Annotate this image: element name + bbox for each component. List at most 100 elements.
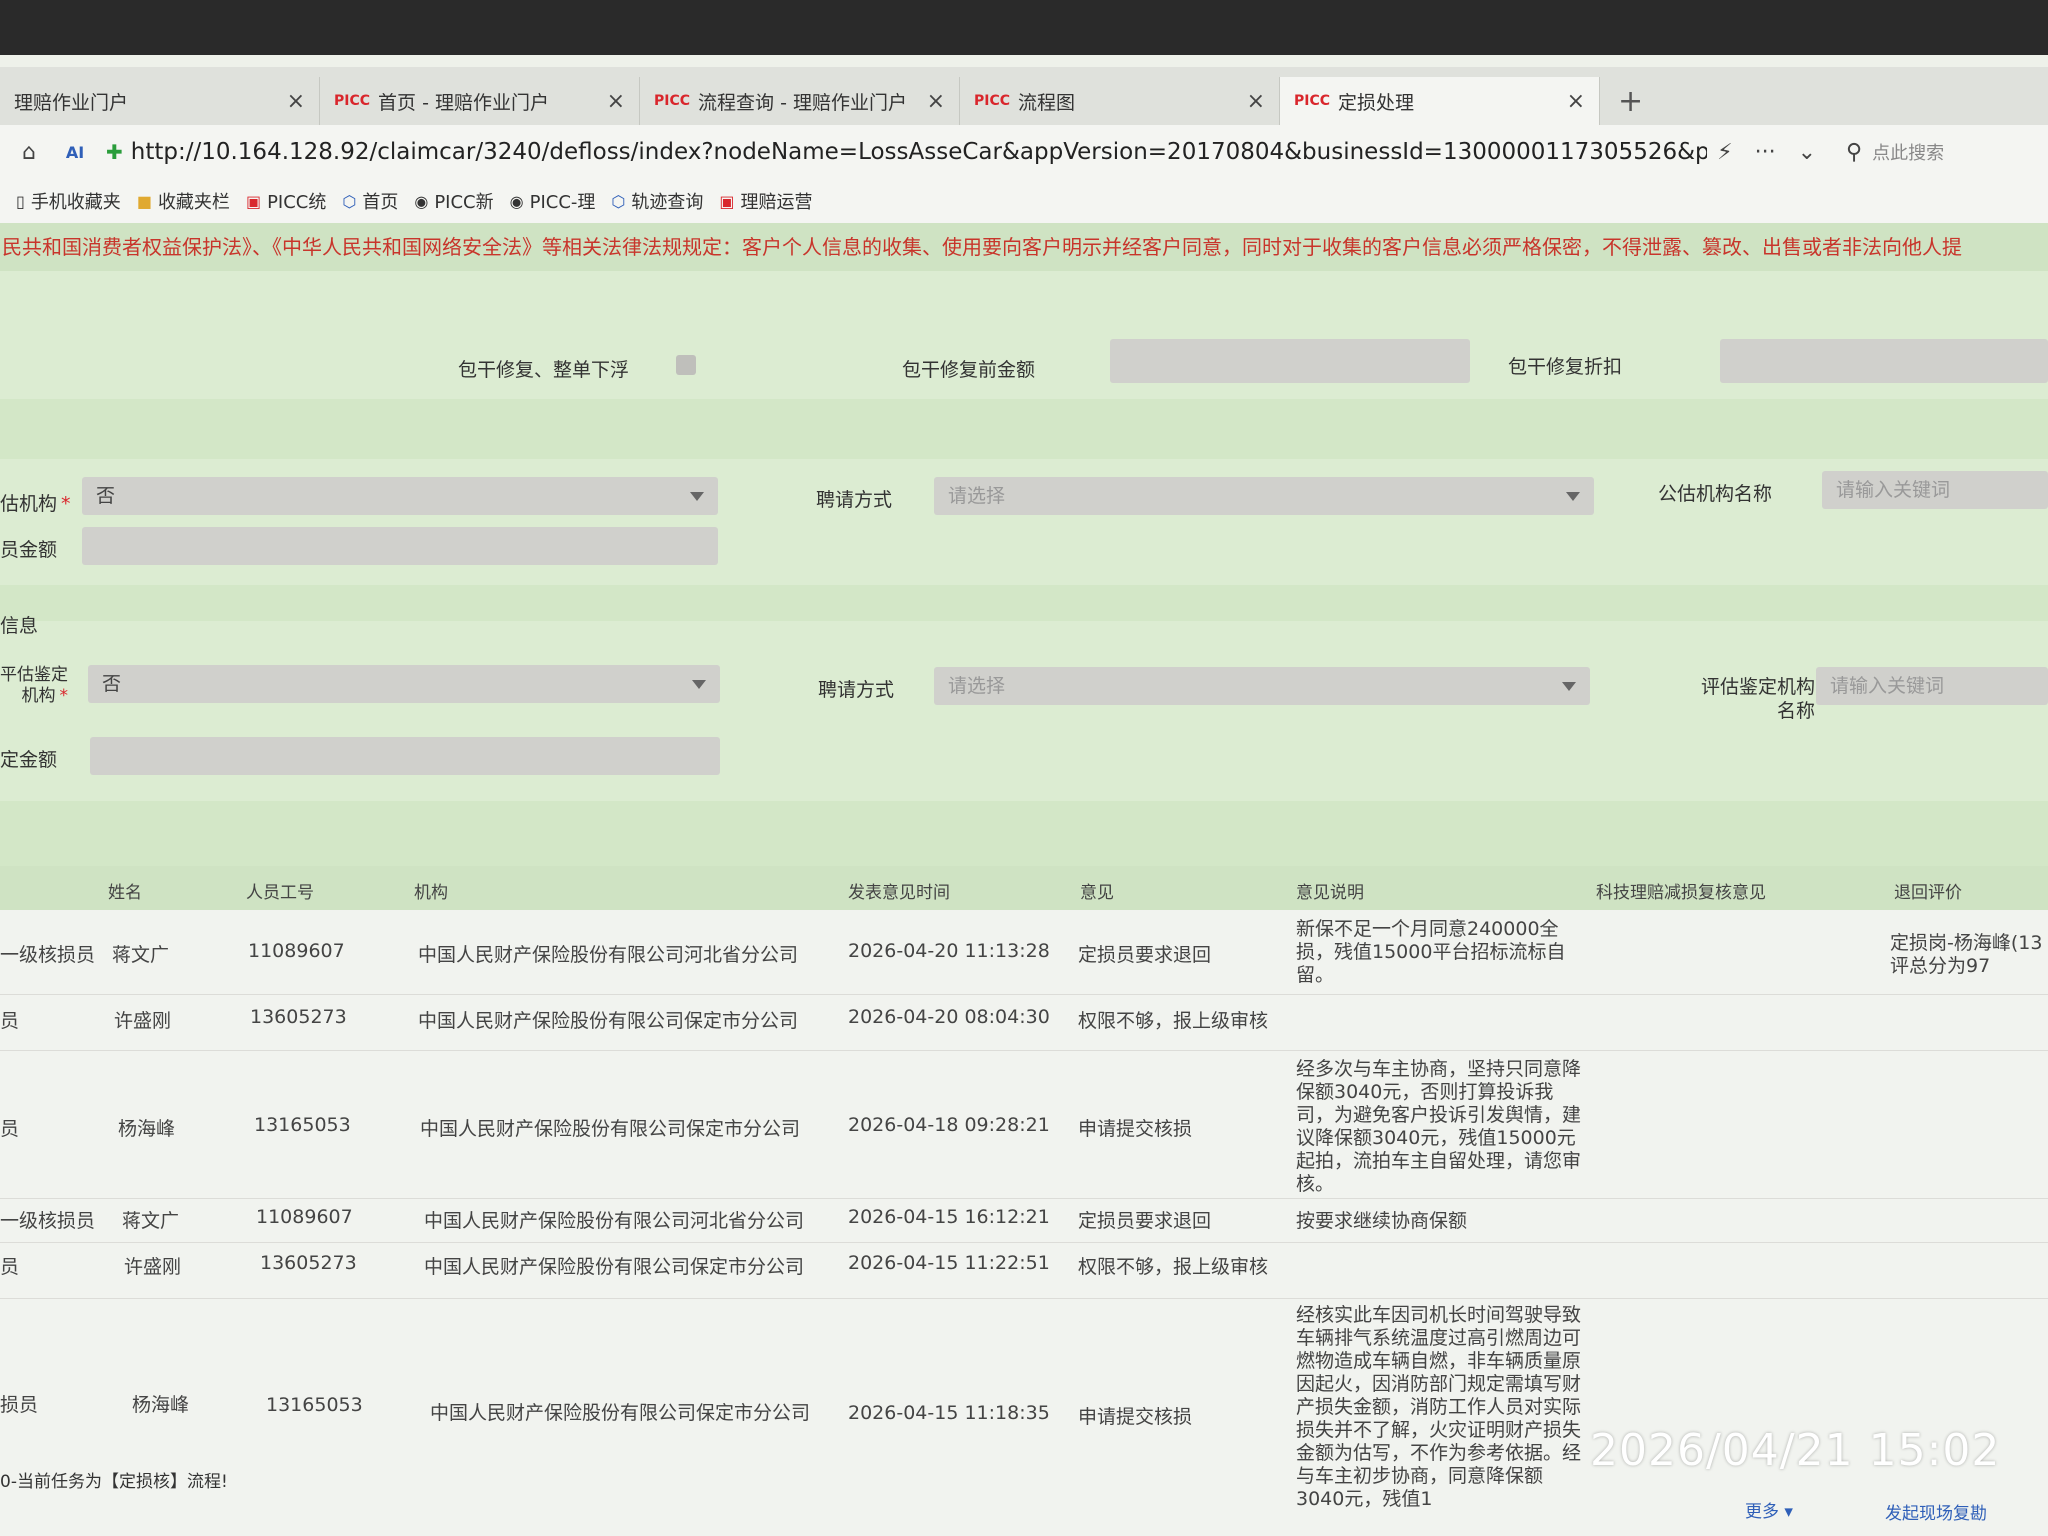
eval-amount-field[interactable] bbox=[90, 737, 720, 775]
amount-label: 员金额 bbox=[0, 539, 58, 561]
cell-opinion: 申请提交核损 bbox=[1078, 1406, 1193, 1428]
chevron-down-icon[interactable]: ⌄ bbox=[1798, 140, 1816, 165]
folder-icon: ■ bbox=[136, 191, 152, 211]
section-band bbox=[0, 585, 2048, 621]
chevron-down-icon bbox=[1566, 492, 1580, 501]
search-box[interactable]: ⚲ 点此搜索 bbox=[1846, 139, 1944, 165]
tab-flowchart[interactable]: PICC 流程图 × bbox=[960, 77, 1280, 125]
bookmark-label: 理赔运营 bbox=[740, 192, 813, 213]
eval-org-label: 平估鉴定 机构 * bbox=[0, 665, 68, 707]
bookmark-picc-new[interactable]: ◉ PICC新 bbox=[414, 188, 493, 214]
table-row: 员 许盛刚 13605273 中国人民财产保险股份有限公司保定市分公司 2026… bbox=[0, 994, 2048, 1051]
cell-role: 员 bbox=[0, 1256, 20, 1278]
eval-org-name-label: 评估鉴定机构 名称 bbox=[1650, 675, 1815, 723]
home-icon[interactable]: ⌂ bbox=[12, 140, 46, 165]
cell-org: 中国人民财产保险股份有限公司保定市分公司 bbox=[430, 1402, 811, 1424]
ai-icon[interactable]: AI bbox=[58, 143, 92, 162]
cell-opinion: 定损员要求退回 bbox=[1078, 1210, 1212, 1232]
column-header: 意见 bbox=[1080, 883, 1114, 903]
input-placeholder: 请输入关键词 bbox=[1830, 675, 1945, 697]
column-header: 机构 bbox=[414, 883, 448, 903]
bookmark-track-query[interactable]: ⬡ 轨迹查询 bbox=[611, 188, 703, 214]
lightning-icon[interactable]: ⚡ bbox=[1717, 140, 1732, 165]
cell-role: 一级核损员 bbox=[0, 1210, 96, 1232]
cell-org: 中国人民财产保险股份有限公司保定市分公司 bbox=[424, 1256, 805, 1278]
bookmarks-bar: ▯ 手机收藏夹 ■ 收藏夹栏 ▣ PICC统 ⬡ 首页 ◉ PICC新 ◉ PICC-理 ⬡… bbox=[0, 179, 2048, 224]
package-discount-field[interactable] bbox=[1720, 339, 2048, 383]
cell-id: 11089607 bbox=[248, 940, 345, 962]
select-placeholder: 请选择 bbox=[948, 485, 1006, 507]
close-icon[interactable]: × bbox=[287, 89, 305, 114]
tab-label: 理赔作业门户 bbox=[14, 91, 129, 114]
required-marker: * bbox=[59, 686, 69, 706]
more-button[interactable]: 更多 ▾ bbox=[1745, 1497, 1793, 1522]
public-org-name-label: 公估机构名称 bbox=[1658, 483, 1773, 505]
cell-name: 许盛刚 bbox=[124, 1256, 182, 1278]
new-tab-icon[interactable]: + bbox=[1618, 84, 1643, 119]
chevron-down-icon bbox=[690, 492, 704, 501]
browser-window: 理赔作业门户 × PICC 首页 - 理赔作业门户 × PICC 流程查询 - … bbox=[0, 55, 2048, 1536]
bookmark-label: 手机收藏夹 bbox=[30, 192, 121, 213]
tab-home[interactable]: PICC 首页 - 理赔作业门户 × bbox=[320, 77, 640, 125]
bookmark-home[interactable]: ⬡ 首页 bbox=[342, 188, 398, 214]
secure-icon: ✚ bbox=[106, 140, 123, 164]
bookmark-label: 首页 bbox=[362, 192, 399, 213]
appraisal-org-select[interactable]: 否 bbox=[82, 477, 718, 515]
tab-label: 流程图 bbox=[1018, 91, 1076, 114]
table-row: 一级核损员 蒋文广 11089607 中国人民财产保险股份有限公司河北省分公司 … bbox=[0, 910, 2048, 995]
cell-opinion: 权限不够，报上级审核 bbox=[1078, 1010, 1269, 1032]
column-header: 发表意见时间 bbox=[848, 883, 950, 903]
column-header: 姓名 bbox=[108, 883, 142, 903]
hire-method-label: 聘请方式 bbox=[816, 489, 893, 511]
bookmark-claims-ops[interactable]: ▣ 理赔运营 bbox=[719, 188, 812, 214]
tab-flow-query[interactable]: PICC 流程查询 - 理赔作业门户 × bbox=[640, 77, 960, 125]
public-org-name-input[interactable]: 请输入关键词 bbox=[1822, 471, 2048, 509]
bookmark-mobile[interactable]: ▯ 手机收藏夹 bbox=[16, 188, 121, 214]
privacy-notice: 民共和国消费者权益保护法》、《中华人民共和国网络安全法》等相关法律法规规定：客户… bbox=[0, 223, 2048, 271]
close-icon[interactable]: × bbox=[1567, 89, 1585, 114]
hire-method2-select[interactable]: 请选择 bbox=[934, 667, 1590, 705]
eval-org-name-input[interactable]: 请输入关键词 bbox=[1816, 667, 2048, 705]
section-info-title: 信息 bbox=[0, 615, 39, 637]
appraisal-org-label: 估机构 * bbox=[0, 489, 71, 516]
close-icon[interactable]: × bbox=[607, 89, 625, 114]
bookmark-picc-claims[interactable]: ◉ PICC-理 bbox=[510, 188, 596, 214]
package-amount-field[interactable] bbox=[1110, 339, 1470, 383]
bookmark-label: 轨迹查询 bbox=[631, 192, 704, 213]
cell-time: 2026-04-15 16:12:21 bbox=[848, 1206, 1050, 1228]
cell-id: 11089607 bbox=[256, 1206, 353, 1228]
close-icon[interactable]: × bbox=[927, 89, 945, 114]
globe-icon: ◉ bbox=[414, 191, 429, 211]
globe-icon: ◉ bbox=[509, 191, 524, 211]
eval-org-select[interactable]: 否 bbox=[88, 665, 720, 703]
more-icon[interactable]: ··· bbox=[1755, 140, 1776, 165]
launch-resurvey-button[interactable]: 发起现场复勘 bbox=[1885, 1499, 1987, 1524]
picc-logo-icon: PICC bbox=[974, 93, 1011, 109]
bookmark-picc-system[interactable]: ▣ PICC统 bbox=[246, 188, 326, 214]
hire-method2-label: 聘请方式 bbox=[818, 679, 895, 701]
package-repair-checkbox[interactable] bbox=[676, 355, 696, 375]
package-repair-label: 包干修复、整单下浮 bbox=[458, 359, 630, 381]
url-field[interactable]: ✚ http://10.164.128.92/claimcar/3240/def… bbox=[106, 132, 1816, 172]
column-header: 意见说明 bbox=[1296, 883, 1364, 903]
column-header: 退回评价 bbox=[1894, 883, 1962, 903]
bookmark-label: PICC-理 bbox=[529, 192, 596, 213]
cell-role: 一级核损员 bbox=[0, 944, 96, 966]
amount-field[interactable] bbox=[82, 527, 718, 565]
select-placeholder: 请选择 bbox=[948, 675, 1006, 697]
cell-opinion: 权限不够，报上级审核 bbox=[1078, 1256, 1269, 1278]
column-header: 科技理赔减损复核意见 bbox=[1596, 883, 1766, 903]
cell-opinion: 申请提交核损 bbox=[1078, 1118, 1193, 1140]
chevron-down-icon bbox=[1562, 682, 1576, 691]
close-icon[interactable]: × bbox=[1247, 89, 1265, 114]
cell-id: 13605273 bbox=[260, 1252, 357, 1274]
eval-amount-label: 定金额 bbox=[0, 749, 58, 771]
cell-id: 13605273 bbox=[250, 1006, 347, 1028]
bookmark-label: PICC新 bbox=[434, 192, 494, 213]
tab-claims-portal[interactable]: 理赔作业门户 × bbox=[0, 77, 320, 125]
section-band bbox=[0, 399, 2048, 459]
bookmark-favorites[interactable]: ■ 收藏夹栏 bbox=[137, 188, 230, 214]
tab-loss-assessment[interactable]: PICC 定损处理 × bbox=[1280, 77, 1600, 125]
cell-name: 杨海峰 bbox=[132, 1394, 190, 1416]
hire-method-select[interactable]: 请选择 bbox=[934, 477, 1594, 515]
